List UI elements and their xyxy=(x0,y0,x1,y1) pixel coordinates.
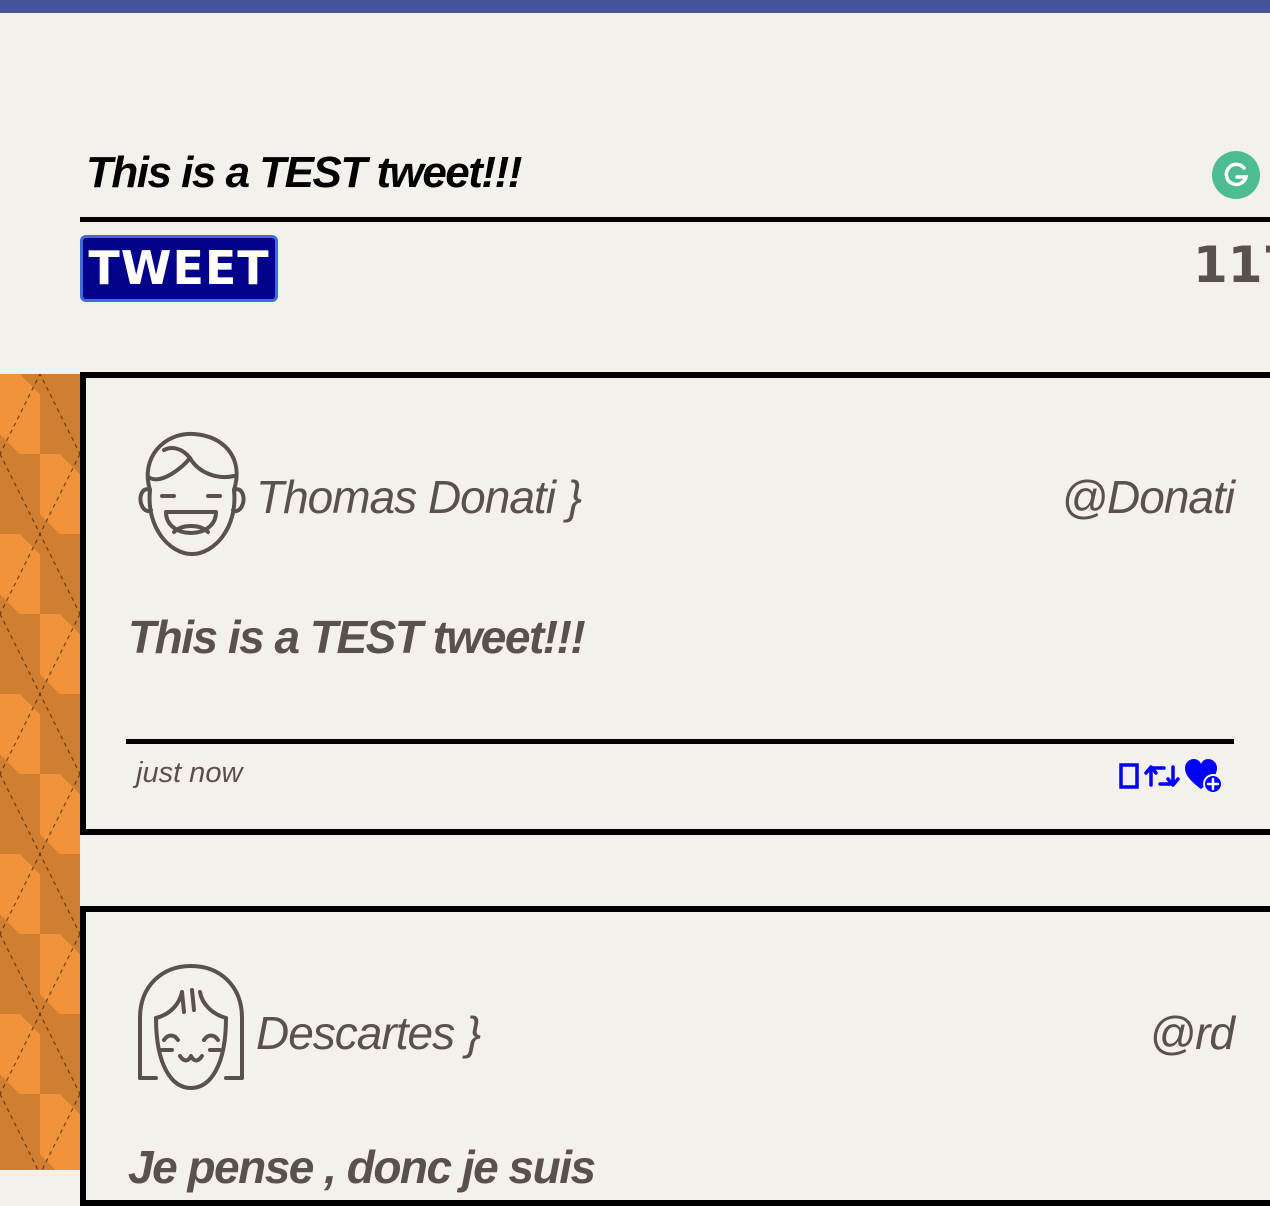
tweet-text: Je pense , donc je suis xyxy=(128,1141,596,1193)
top-bar xyxy=(0,0,1270,13)
tweet-card: Thomas Donati } @Donati This is a TEST t… xyxy=(80,372,1270,835)
tweet-button[interactable]: TWEET xyxy=(80,235,278,302)
grammarly-icon[interactable] xyxy=(1212,151,1260,199)
compose-underline xyxy=(80,217,1270,222)
flag-icon[interactable] xyxy=(1118,762,1140,790)
author-name[interactable]: Descartes } xyxy=(256,1006,481,1060)
tweet-card: Descartes } @rd Je pense , donc je suis xyxy=(80,906,1270,1206)
heart-plus-icon[interactable] xyxy=(1184,758,1224,794)
compose-input[interactable]: This is a TEST tweet!!! xyxy=(86,148,522,198)
author-handle[interactable]: @rd xyxy=(1149,1006,1235,1060)
author-handle[interactable]: @Donati xyxy=(1061,470,1235,524)
author-name[interactable]: Thomas Donati } xyxy=(256,470,582,524)
boy-laughing-face-icon xyxy=(132,428,250,560)
tweet-divider xyxy=(126,739,1234,744)
retweet-icon[interactable] xyxy=(1144,761,1180,791)
character-counter: 117 xyxy=(1193,236,1270,294)
tweet-text: This is a TEST tweet!!! xyxy=(128,611,586,663)
girl-smiling-face-icon xyxy=(132,962,250,1094)
tweet-actions xyxy=(1118,758,1224,794)
argyle-background xyxy=(0,374,80,1170)
tweet-timestamp: just now xyxy=(136,757,243,789)
